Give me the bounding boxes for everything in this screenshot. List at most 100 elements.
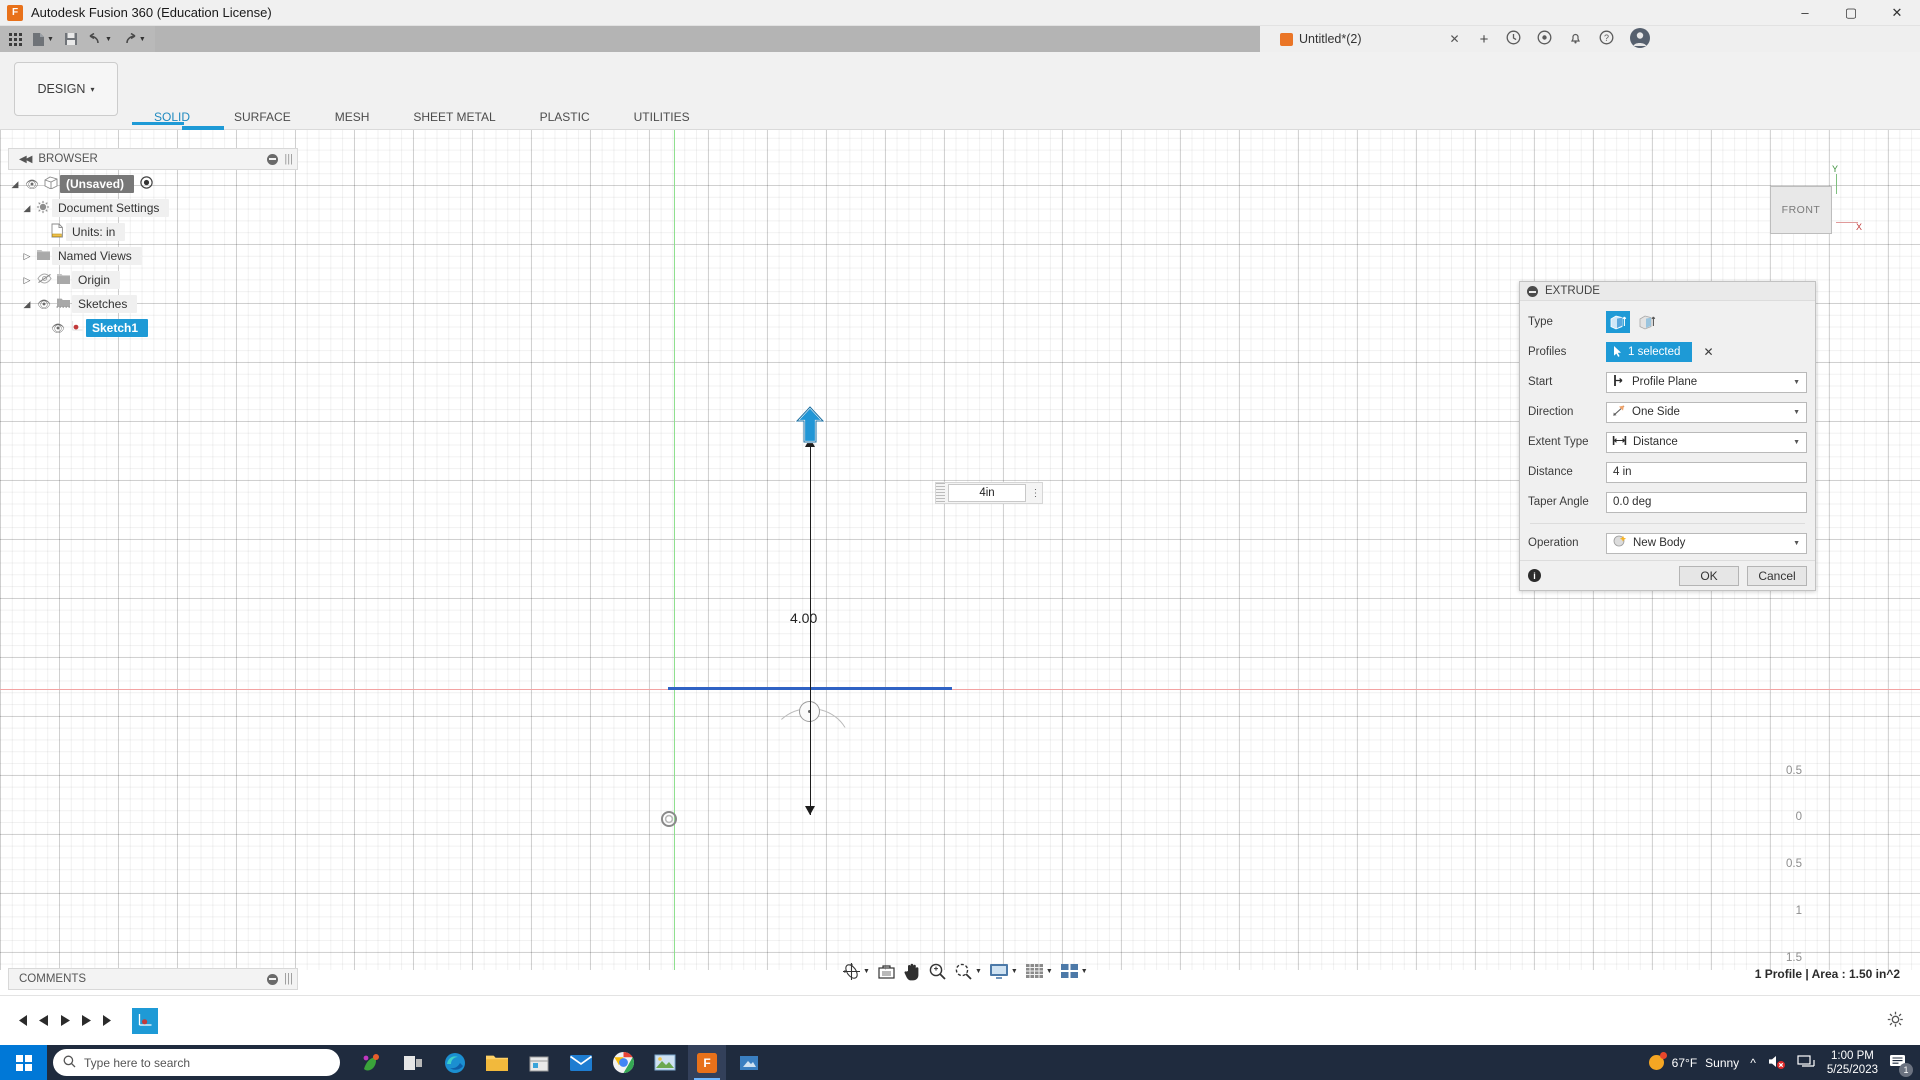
help-icon[interactable]: ? (1599, 30, 1614, 48)
timeline-play-icon[interactable] (54, 1010, 76, 1032)
distance-input[interactable]: 4 in (1606, 462, 1807, 483)
tab-surface[interactable]: SURFACE (212, 110, 313, 124)
app-grid-icon[interactable] (4, 27, 27, 51)
taskbar-app-chrome-icon[interactable] (604, 1045, 642, 1080)
viewport-layout-icon[interactable]: ▼ (1058, 961, 1090, 982)
extrude-solid-icon[interactable] (1606, 311, 1630, 333)
tree-item-named-views[interactable]: ▷ Named Views (20, 244, 298, 268)
orbit-icon[interactable]: ▼ (840, 960, 872, 983)
tree-item-units[interactable]: Units: in (34, 220, 298, 244)
taskbar-app-widgets-icon[interactable] (352, 1045, 390, 1080)
chevron-down-icon[interactable]: ▼ (47, 36, 54, 43)
tree-item-unsaved[interactable]: ◢ 👁 (Unsaved) (8, 172, 298, 196)
tab-plastic[interactable]: PLASTIC (518, 110, 612, 124)
taper-angle-input[interactable]: 0.0 deg (1606, 492, 1807, 513)
workspace-switcher[interactable]: DESIGN ▾ (14, 62, 118, 116)
comments-grip-icon[interactable]: ||| (284, 973, 293, 985)
volume-muted-icon[interactable] (1767, 1054, 1786, 1072)
chevron-down-icon[interactable]: ▼ (975, 968, 982, 975)
taskbar-app-file-explorer-icon[interactable] (478, 1045, 516, 1080)
new-tab-button[interactable]: + (1480, 31, 1489, 48)
pan-icon[interactable] (901, 960, 923, 983)
grid-snap-icon[interactable]: ▼ (1023, 961, 1055, 982)
inline-value-editor[interactable]: ⋮ (935, 482, 1043, 504)
taskbar-clock[interactable]: 1:00 PM 5/25/2023 (1827, 1049, 1878, 1077)
redo-icon[interactable]: ▼ (117, 27, 151, 51)
comments-panel-header[interactable]: COMMENTS ||| (8, 968, 298, 990)
timeline-settings-icon[interactable] (1887, 1011, 1904, 1031)
taskbar-app-mail-icon[interactable] (562, 1045, 600, 1080)
direction-select[interactable]: One Side ▼ (1606, 402, 1807, 423)
document-tab-0[interactable]: Untitled*(2) (1260, 32, 1362, 46)
chevron-down-icon[interactable]: ▼ (1011, 968, 1018, 975)
extrude-thin-icon[interactable] (1635, 311, 1659, 333)
chevron-down-icon[interactable]: ▼ (863, 968, 870, 975)
chevron-down-icon[interactable]: ▼ (105, 36, 112, 43)
expanded-triangle-icon[interactable]: ◢ (8, 179, 22, 190)
expanded-triangle-icon[interactable]: ◢ (20, 299, 34, 310)
network-icon[interactable] (1797, 1054, 1816, 1072)
undo-icon[interactable]: ▼ (83, 27, 117, 51)
dialog-minimize-icon[interactable] (1527, 286, 1538, 297)
info-icon[interactable]: i (1528, 569, 1541, 582)
windows-start-icon[interactable] (0, 1045, 47, 1080)
tree-item-sketches[interactable]: ◢ 👁 Sketches (20, 292, 298, 316)
kebab-menu-icon[interactable]: ⋮ (1029, 490, 1042, 497)
save-icon[interactable] (59, 27, 83, 51)
clear-selection-icon[interactable]: ✕ (1703, 345, 1713, 359)
expanded-triangle-icon[interactable]: ◢ (20, 203, 34, 214)
taskbar-app-photos-icon[interactable] (646, 1045, 684, 1080)
collapsed-triangle-icon[interactable]: ▷ (20, 275, 34, 286)
minimize-button[interactable]: – (1782, 0, 1828, 26)
viewcube-front-face[interactable]: FRONT (1770, 186, 1832, 234)
chevron-down-icon[interactable]: ▼ (1793, 409, 1800, 416)
timeline-step-forward-icon[interactable] (76, 1010, 98, 1032)
comments-minimize-icon[interactable] (267, 974, 278, 985)
tree-item-sketch1[interactable]: 👁 Sketch1 (34, 316, 298, 340)
chevron-down-icon[interactable]: ▼ (139, 36, 146, 43)
eye-icon[interactable]: 👁 (22, 178, 42, 191)
grip-icon[interactable] (936, 483, 945, 503)
tree-item-document-settings[interactable]: ◢ Document Settings (20, 196, 298, 220)
timeline-feature-sketch1[interactable] (132, 1008, 158, 1034)
avatar[interactable] (1630, 28, 1650, 51)
timeline-skip-start-icon[interactable] (10, 1010, 32, 1032)
ok-button[interactable]: OK (1679, 566, 1739, 586)
taskbar-app-fusion360-icon[interactable]: F (688, 1045, 726, 1080)
taskbar-app-store-icon[interactable] (520, 1045, 558, 1080)
weather-widget[interactable]: 67°F Sunny (1649, 1055, 1740, 1070)
extrude-drag-arrow-icon[interactable] (795, 406, 825, 444)
zoom-window-icon[interactable]: ▼ (952, 960, 984, 983)
browser-grip-icon[interactable]: ||| (284, 153, 293, 165)
tab-utilities[interactable]: UTILITIES (612, 110, 712, 124)
notification-icon[interactable]: 1 (1889, 1053, 1908, 1073)
job-status-icon[interactable] (1506, 30, 1521, 48)
maximize-button[interactable]: ▢ (1828, 0, 1874, 26)
look-at-icon[interactable] (875, 961, 898, 983)
chevron-down-icon[interactable]: ▼ (1793, 379, 1800, 386)
start-select[interactable]: Profile Plane ▼ (1606, 372, 1807, 393)
close-button[interactable]: ✕ (1874, 0, 1920, 26)
notifications-bell-icon[interactable] (1568, 30, 1583, 48)
timeline-step-back-icon[interactable] (32, 1010, 54, 1032)
double-left-arrow-icon[interactable]: ◀◀ (19, 154, 30, 165)
eye-hidden-icon[interactable] (34, 273, 54, 287)
tab-mesh[interactable]: MESH (313, 110, 392, 124)
extrude-dialog-titlebar[interactable]: EXTRUDE (1520, 282, 1815, 301)
taskbar-app-task-view-icon[interactable] (394, 1045, 432, 1080)
browser-minimize-icon[interactable] (267, 154, 278, 165)
origin-point-icon[interactable] (660, 810, 678, 828)
chevron-down-icon[interactable]: ▼ (1793, 439, 1800, 446)
extensions-icon[interactable] (1537, 30, 1552, 48)
zoom-icon[interactable] (926, 960, 949, 983)
collapsed-triangle-icon[interactable]: ▷ (20, 251, 34, 262)
profiles-selection-chip[interactable]: 1 selected (1606, 342, 1692, 362)
view-cube[interactable]: FRONT Y X (1748, 164, 1866, 256)
taskbar-app-other-icon[interactable] (730, 1045, 768, 1080)
tray-expand-chevron-icon[interactable]: ^ (1750, 1056, 1756, 1070)
document-tab-close-icon[interactable]: ✕ (1450, 32, 1460, 46)
timeline-skip-end-icon[interactable] (98, 1010, 120, 1032)
chevron-down-icon[interactable]: ▼ (1793, 540, 1800, 547)
operation-select[interactable]: New Body ▼ (1606, 533, 1807, 554)
eye-icon[interactable]: 👁 (34, 298, 54, 311)
